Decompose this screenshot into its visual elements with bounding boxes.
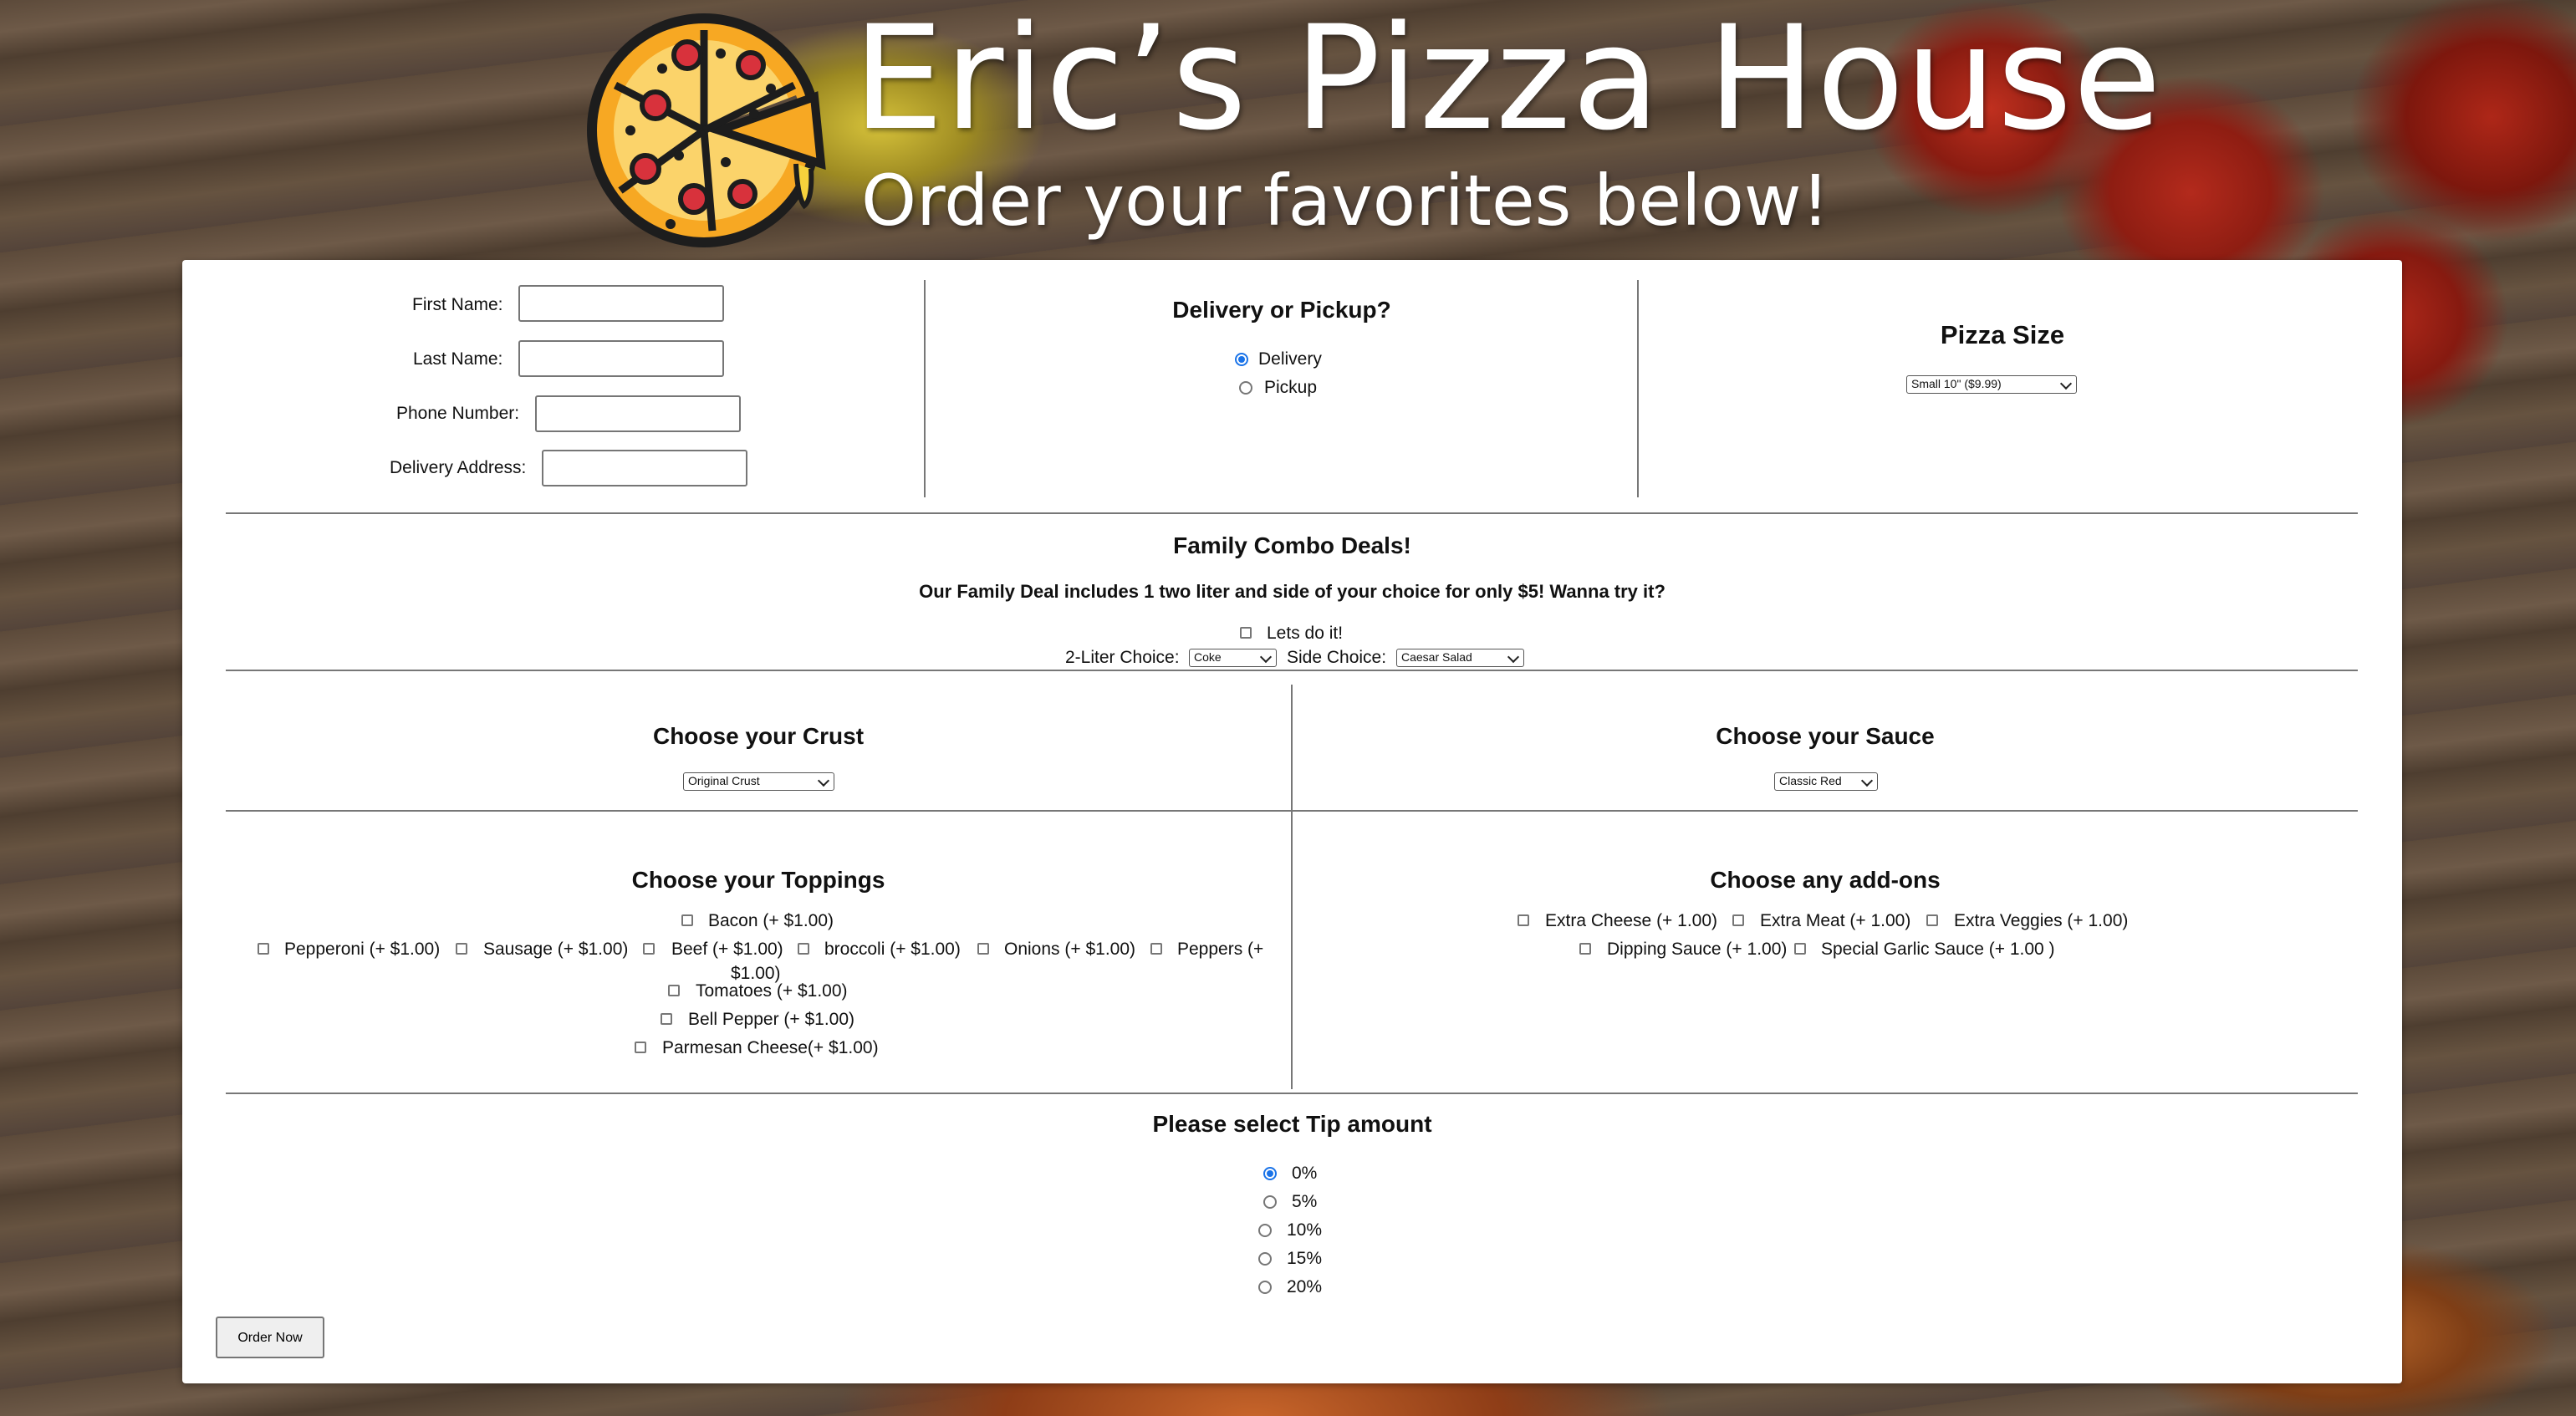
pickup-option-label: Pickup (1264, 378, 1318, 397)
combo-section: Family Combo Deals! Our Family Deal incl… (182, 514, 2402, 670)
tip-option-label: 15% (1287, 1249, 1323, 1268)
tip-radio[interactable] (1263, 1167, 1277, 1180)
size-heading: Pizza Size (1940, 320, 2065, 349)
addons-section: Choose any add-ons Extra Cheese (+ 1.00)… (1293, 812, 2358, 1087)
topping-checkbox[interactable] (635, 1042, 646, 1053)
topping-label: Onions (+ $1.00) (1004, 940, 1136, 959)
tip-radio[interactable] (1258, 1224, 1272, 1237)
topping-checkbox[interactable] (643, 943, 655, 955)
sauce-select[interactable]: Classic Red (1774, 772, 1878, 791)
sauce-selected: Classic Red (1779, 774, 1842, 787)
crust-heading: Choose your Crust (652, 723, 865, 749)
page-header: Eric’s Pizza House Order your favorites … (0, 0, 2576, 259)
crust-select[interactable]: Original Crust (683, 772, 834, 791)
topping-checkbox[interactable] (456, 943, 467, 955)
delivery-address-field[interactable] (542, 450, 747, 486)
combo-heading: Family Combo Deals! (1173, 532, 1411, 558)
topping-label: Bell Pepper (+ $1.00) (688, 1010, 855, 1029)
site-title: Eric’s Pizza House (853, 0, 2163, 162)
liter-choice-label: 2-Liter Choice: (1065, 648, 1180, 667)
last-name-field[interactable] (518, 340, 724, 377)
topping-label: Pepperoni (+ $1.00) (284, 940, 441, 959)
addon-label: Extra Meat (+ 1.00) (1760, 911, 1911, 930)
pizza-size-selected: Small 10" ($9.99) (1911, 377, 2002, 390)
delivery-section: Delivery or Pickup? Delivery Pickup (926, 260, 1637, 502)
customer-info-section: First Name: Last Name: Phone Number: Del… (182, 260, 925, 502)
order-now-button[interactable]: Order Now (216, 1317, 324, 1358)
liter-choice-selected: Coke (1194, 650, 1222, 664)
topping-label: broccoli (+ $1.00) (824, 940, 961, 959)
sauce-section: Choose your Sauce Classic Red (1293, 671, 2358, 810)
side-choice-selected: Caesar Salad (1401, 650, 1472, 664)
addons-heading: Choose any add-ons (1710, 867, 1941, 893)
topping-label: Tomatoes (+ $1.00) (696, 981, 848, 1001)
addon-label: Special Garlic Sauce (+ 1.00 ) (1821, 940, 2055, 959)
site-subtitle: Order your favorites below! (861, 160, 1830, 242)
tip-option-label: 0% (1292, 1164, 1318, 1183)
topping-checkbox[interactable] (668, 985, 680, 996)
side-choice-select[interactable]: Caesar Salad (1396, 649, 1524, 667)
first-name-field[interactable] (518, 285, 724, 322)
topping-checkbox[interactable] (258, 943, 269, 955)
chevron-down-icon (1860, 774, 1874, 787)
chevron-down-icon (1259, 650, 1273, 664)
pizza-logo-icon (587, 13, 826, 247)
last-name-label: Last Name: (413, 349, 503, 369)
tip-option-label: 20% (1287, 1277, 1323, 1296)
addon-checkbox[interactable] (1579, 943, 1591, 955)
delivery-radio[interactable] (1235, 353, 1248, 366)
toppings-heading: Choose your Toppings (631, 867, 885, 893)
chevron-down-icon (2059, 377, 2073, 390)
toppings-section: Choose your Toppings Bacon (+ $1.00) Pep… (182, 812, 1291, 1087)
phone-field[interactable] (535, 395, 741, 432)
addon-label: Extra Cheese (+ 1.00) (1545, 911, 1718, 930)
addon-label: Extra Veggies (+ 1.00) (1954, 911, 2129, 930)
topping-label: Parmesan Cheese(+ $1.00) (662, 1038, 879, 1057)
addon-checkbox[interactable] (1518, 914, 1529, 926)
addon-checkbox[interactable] (1732, 914, 1744, 926)
tip-radio[interactable] (1263, 1195, 1277, 1209)
addon-label: Dipping Sauce (+ 1.00) (1607, 940, 1788, 959)
chevron-down-icon (1507, 650, 1520, 664)
size-section: Pizza Size Small 10" ($9.99) (1639, 260, 2402, 502)
crust-selected: Original Crust (688, 774, 760, 787)
topping-label: Sausage (+ $1.00) (483, 940, 629, 959)
topping-checkbox[interactable] (977, 943, 989, 955)
delivery-option-label: Delivery (1258, 349, 1322, 369)
first-name-label: First Name: (412, 295, 503, 314)
combo-checkbox-label: Lets do it! (1267, 624, 1344, 643)
sauce-heading: Choose your Sauce (1716, 723, 1935, 749)
topping-label: Bacon (+ $1.00) (708, 911, 834, 930)
addon-checkbox[interactable] (1926, 914, 1938, 926)
tip-option-label: 5% (1292, 1192, 1318, 1211)
topping-checkbox[interactable] (1150, 943, 1162, 955)
phone-label: Phone Number: (396, 404, 520, 423)
crust-section: Choose your Crust Original Crust (226, 671, 1291, 810)
topping-label: Peppers (+ (1177, 940, 1264, 959)
tip-radio[interactable] (1258, 1281, 1272, 1294)
tip-option-label: 10% (1287, 1220, 1323, 1240)
combo-description: Our Family Deal includes 1 two liter and… (919, 581, 1665, 602)
address-label: Delivery Address: (390, 458, 527, 477)
addon-checkbox[interactable] (1794, 943, 1806, 955)
divider-1 (924, 280, 926, 497)
topping-checkbox[interactable] (661, 1013, 672, 1025)
delivery-heading: Delivery or Pickup? (1172, 297, 1391, 323)
tip-radio[interactable] (1258, 1252, 1272, 1266)
order-form: First Name: Last Name: Phone Number: Del… (182, 260, 2402, 1383)
combo-checkbox[interactable] (1240, 627, 1252, 639)
topping-label: Beef (+ $1.00) (671, 940, 783, 959)
pickup-radio[interactable] (1239, 381, 1252, 395)
topping-checkbox[interactable] (681, 914, 693, 926)
tip-section: Please select Tip amount 0% 5% 10% 15% 2… (182, 1094, 2402, 1312)
pizza-size-select[interactable]: Small 10" ($9.99) (1906, 375, 2077, 394)
liter-choice-select[interactable]: Coke (1189, 649, 1277, 667)
topping-checkbox[interactable] (798, 943, 809, 955)
chevron-down-icon (817, 774, 830, 787)
side-choice-label: Side Choice: (1287, 648, 1387, 667)
tip-heading: Please select Tip amount (1152, 1111, 1432, 1137)
